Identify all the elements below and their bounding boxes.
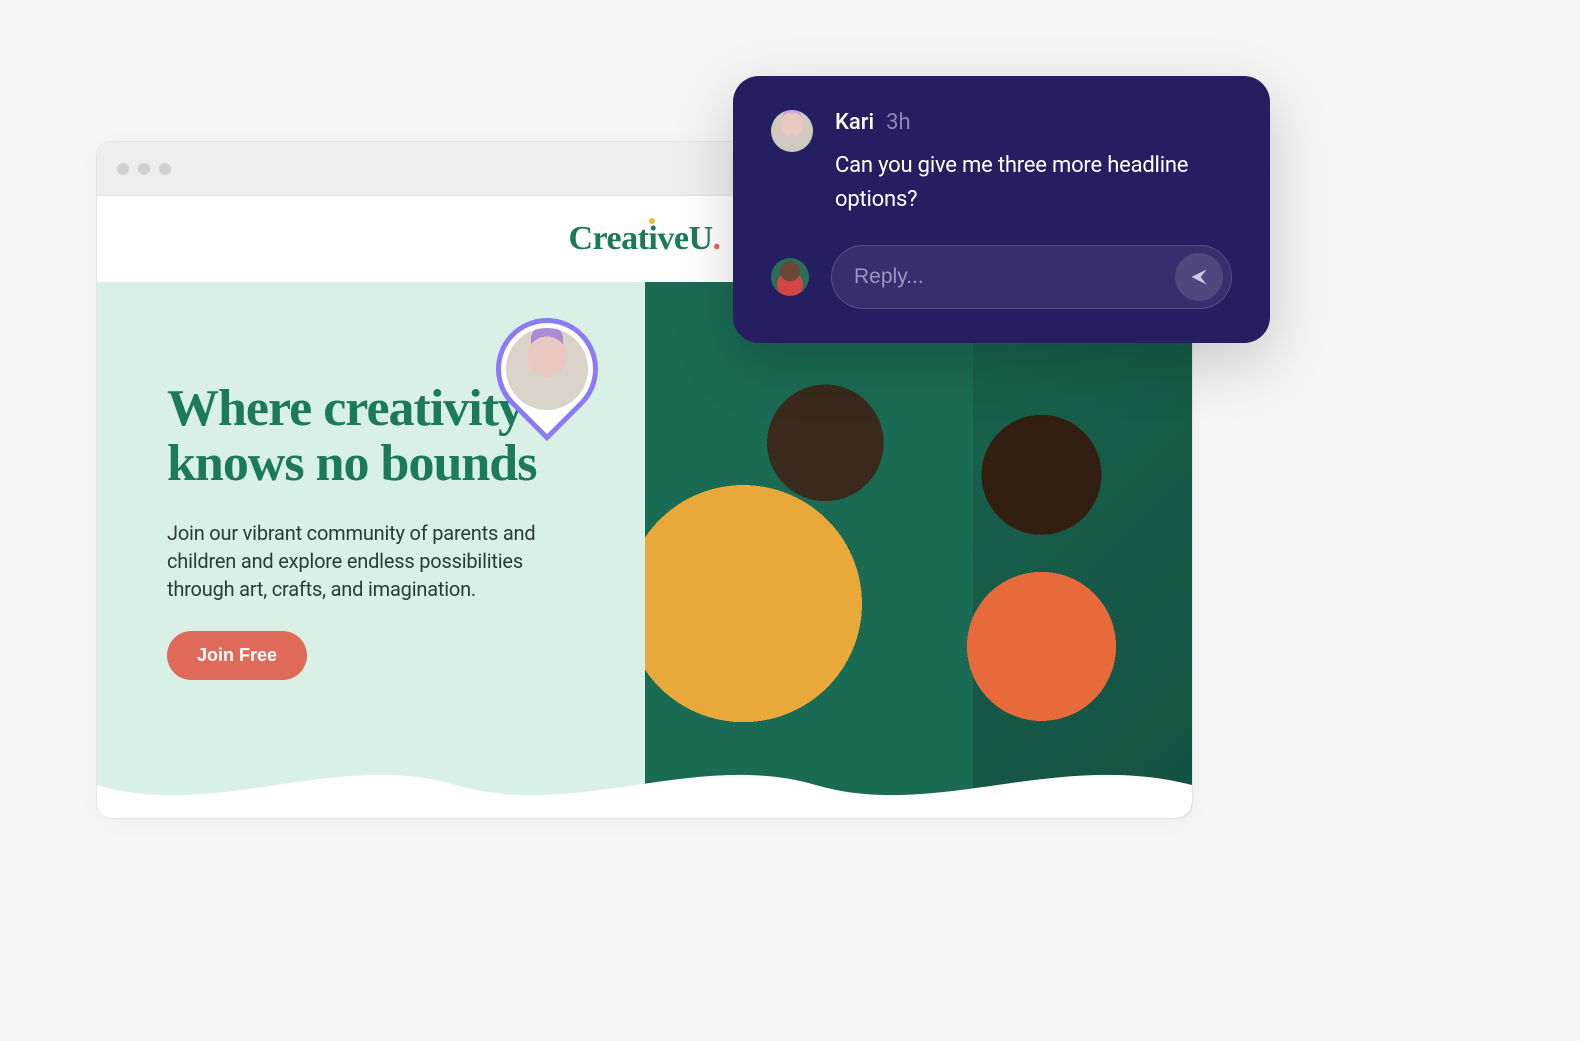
send-icon	[1189, 267, 1209, 287]
reply-avatar[interactable]	[771, 258, 809, 296]
comment-author-avatar[interactable]	[771, 110, 813, 152]
comment-author-name: Kari	[835, 110, 874, 135]
hero-photo-child	[891, 389, 1192, 818]
comment-text: Can you give me three more headline opti…	[835, 149, 1232, 217]
site-logo[interactable]: CreativeU.	[568, 220, 720, 258]
cursor-pin-avatar	[506, 328, 588, 410]
hero-subtext: Join our vibrant community of parents an…	[167, 519, 547, 603]
reply-input[interactable]	[854, 265, 1175, 289]
hero-section: Where creativity knows no bounds Join ou…	[97, 282, 1192, 818]
traffic-light-close[interactable]	[117, 163, 129, 175]
send-button[interactable]	[1175, 253, 1223, 301]
logo-dot-icon: .	[713, 220, 721, 257]
comment-card: Kari 3h Can you give me three more headl…	[733, 76, 1270, 343]
join-free-button[interactable]: Join Free	[167, 631, 307, 680]
hero-photo	[645, 282, 1193, 818]
traffic-light-zoom[interactable]	[159, 163, 171, 175]
comment-timestamp: 3h	[886, 110, 910, 135]
hero-image-panel	[645, 282, 1193, 818]
comment-cursor-pin[interactable]	[496, 318, 598, 420]
reply-input-container[interactable]	[831, 245, 1232, 309]
traffic-light-minimize[interactable]	[138, 163, 150, 175]
